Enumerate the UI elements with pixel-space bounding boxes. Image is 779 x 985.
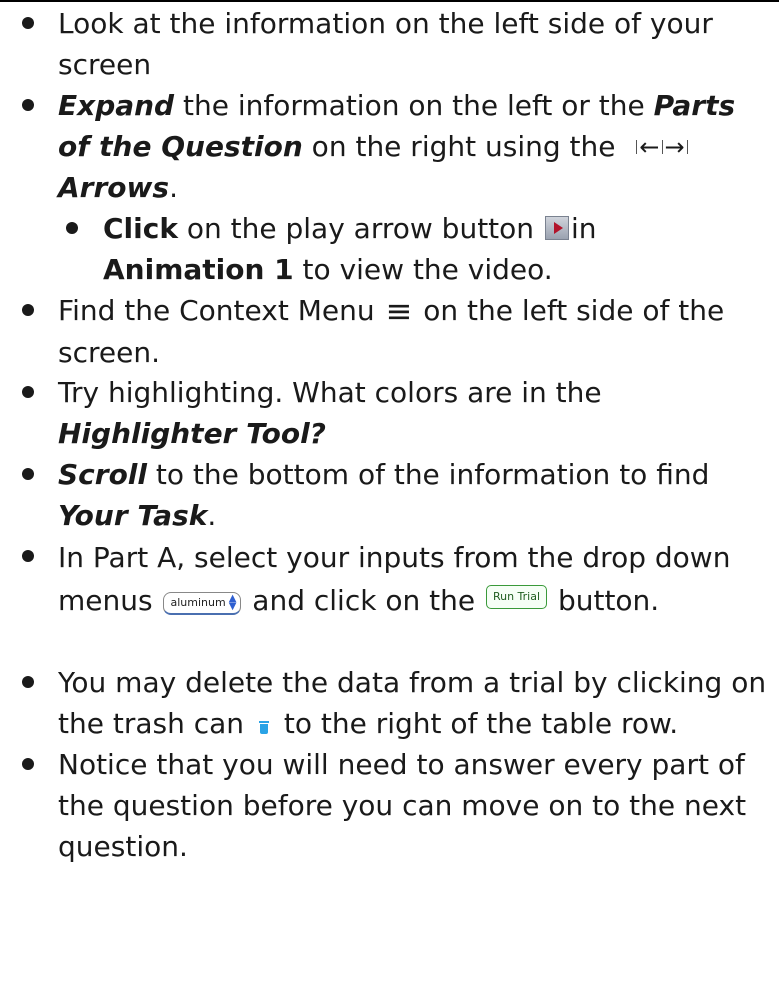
bullet	[22, 386, 34, 398]
trash-can-icon	[258, 721, 269, 734]
list-item: Click on the play arrow button in Animat…	[66, 208, 770, 290]
top-rule	[0, 0, 779, 2]
expand-collapse-arrows-icon: ← →	[634, 135, 689, 159]
list-item: Try highlighting. What colors are in the…	[22, 372, 770, 454]
item-text: and click on the	[243, 584, 484, 617]
emphasis-highlighter: Highlighter Tool?	[58, 417, 326, 450]
dropdown-select-icon: aluminum ▲ ▼	[163, 592, 242, 615]
list-item: Expand the information on the left or th…	[22, 85, 770, 208]
item-text: Notice that you will need to answer ever…	[58, 748, 747, 863]
item-text: .	[169, 171, 178, 204]
item-text: the information on the left or the	[174, 89, 654, 122]
item-text: to view the video.	[293, 253, 553, 286]
item-text: Look at the information on the left side…	[58, 7, 713, 81]
emphasis-your-task: Your Task	[58, 499, 208, 532]
item-text: on the play arrow button	[177, 212, 543, 245]
bullet	[22, 468, 34, 480]
emphasis-animation: Animation 1	[103, 253, 294, 286]
list-item: You may delete the data from a trial by …	[22, 662, 770, 744]
item-text: to the right of the table row.	[274, 707, 679, 740]
item-text: on the right using the	[302, 130, 625, 163]
bullet	[22, 550, 34, 562]
bullet	[22, 304, 34, 316]
list-item: In Part A, select your inputs from the d…	[22, 536, 770, 622]
item-text: button.	[549, 584, 660, 617]
item-text: to the bottom of the information to find	[147, 458, 710, 491]
context-menu-icon: ≡	[385, 292, 413, 330]
item-text: .	[207, 499, 217, 532]
item-text: in	[570, 212, 597, 245]
select-caret-icon: ▲ ▼	[228, 593, 237, 612]
item-text: Try highlighting. What colors are in the	[58, 376, 602, 409]
list-item: Find the Context Menu ≡ on the left side…	[22, 290, 770, 373]
item-text: Find the Context Menu	[58, 294, 384, 327]
play-button-icon	[544, 216, 569, 240]
select-label: aluminum	[170, 596, 226, 609]
list-item: Scroll to the bottom of the information …	[22, 454, 770, 536]
emphasis-arrows: Arrows	[58, 171, 170, 204]
bullet	[22, 99, 34, 111]
emphasis-scroll: Scroll	[58, 458, 148, 491]
bullet	[22, 17, 34, 29]
bullet	[66, 222, 78, 234]
emphasis-click: Click	[103, 212, 178, 245]
list-item: Look at the information on the left side…	[22, 3, 770, 85]
emphasis-expand: Expand	[58, 89, 175, 122]
list-item: Notice that you will need to answer ever…	[22, 744, 770, 867]
bullet	[22, 676, 34, 688]
bullet	[22, 758, 34, 770]
run-trial-button-icon: Run Trial	[485, 585, 548, 609]
